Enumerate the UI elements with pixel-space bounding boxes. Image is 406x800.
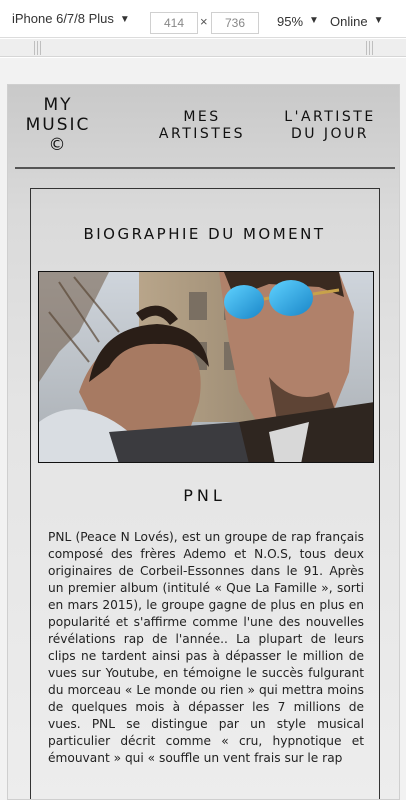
biography-card: BIOGRAPHIE DU MOMENT PNL PNL (Peace N Lo… <box>30 188 380 799</box>
device-select[interactable]: iPhone 6/7/8 Plus ▼ <box>12 11 130 26</box>
network-select[interactable]: Online ▼ <box>330 14 383 29</box>
devtools-toolbar: iPhone 6/7/8 Plus ▼ 414 × 736 95% ▼ Onli… <box>0 0 406 38</box>
nav-mes-artistes[interactable]: MES ARTISTES <box>154 109 250 143</box>
width-input[interactable]: 414 <box>150 12 198 34</box>
ruler-tick <box>366 41 367 55</box>
ruler-tick <box>37 41 38 55</box>
header-divider <box>15 167 395 169</box>
dimension-separator: × <box>200 14 208 29</box>
height-input[interactable]: 736 <box>211 12 259 34</box>
device-label: iPhone 6/7/8 Plus <box>12 11 114 26</box>
artist-photo <box>38 271 374 463</box>
ruler-tick <box>34 41 35 55</box>
caret-down-icon: ▼ <box>309 15 319 26</box>
nav-artiste-du-jour[interactable]: L'ARTISTE DU JOUR <box>280 109 380 143</box>
network-label: Online <box>330 14 368 29</box>
zoom-label: 95% <box>277 14 304 29</box>
site-viewport: MY MUSIC © MES ARTISTES L'ARTISTE DU JOU… <box>7 84 400 800</box>
caret-down-icon: ▼ <box>373 15 384 26</box>
caret-down-icon: ▼ <box>119 13 130 25</box>
ruler-tick <box>369 41 370 55</box>
media-query-ruler <box>0 39 406 57</box>
ruler-tick <box>372 41 373 55</box>
ruler-tick <box>40 41 41 55</box>
site-logo[interactable]: MY MUSIC © <box>18 95 98 155</box>
zoom-select[interactable]: 95% ▼ <box>277 14 319 29</box>
section-title: BIOGRAPHIE DU MOMENT <box>83 225 326 243</box>
artist-biography: PNL (Peace N Lovés), est un groupe de ra… <box>48 530 364 765</box>
artist-photo-illustration <box>39 272 373 462</box>
site-header: MY MUSIC © MES ARTISTES L'ARTISTE DU JOU… <box>8 85 399 167</box>
artist-name: PNL <box>183 486 226 505</box>
